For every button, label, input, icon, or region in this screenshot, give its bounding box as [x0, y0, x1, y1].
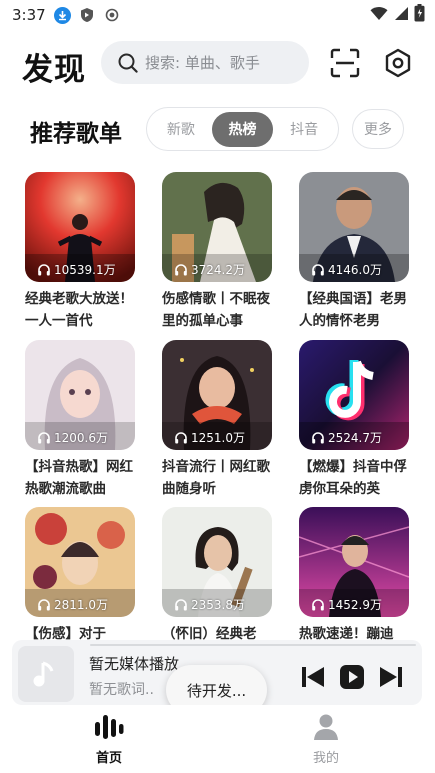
play-count-text: 2353.8万: [191, 598, 245, 612]
playlist-cover: 1200.6万: [25, 340, 135, 450]
play-count: 1452.9万: [311, 596, 382, 613]
page-title: 发现: [22, 52, 86, 88]
headphone-icon: [38, 431, 50, 443]
next-button[interactable]: [378, 664, 404, 690]
headphone-icon: [175, 598, 187, 610]
playlist-title: 【抖音热歌】网红热歌潮流歌曲: [25, 459, 133, 497]
bars-icon: [95, 715, 124, 739]
previous-button[interactable]: [300, 664, 326, 690]
player-lyrics: 暂无歌词..: [89, 682, 154, 698]
search-icon: [118, 53, 138, 73]
playlist-card[interactable]: 1200.6万 【抖音热歌】网红热歌潮流歌曲: [25, 340, 135, 500]
playlist-cover: 4146.0万: [299, 172, 409, 282]
nav-mine-label: 我的: [312, 751, 339, 766]
tab-new-songs[interactable]: 新歌: [150, 112, 212, 147]
play-count: 2811.0万: [37, 596, 108, 613]
shield-icon: [79, 7, 96, 24]
play-count-text: 10539.1万: [54, 263, 116, 277]
playlist-cover: 2524.7万: [299, 340, 409, 450]
gear-icon: [385, 48, 411, 78]
playlist-card[interactable]: 2353.8万 （怀旧）经典老: [162, 507, 272, 645]
playlist-title: 经典老歌大放送！一人一首代: [25, 291, 133, 329]
playlist-card[interactable]: 3724.2万 伤感情歌丨不眠夜里的孤单心事: [162, 172, 272, 332]
play-count: 1251.0万: [174, 429, 245, 446]
playlist-cover: 3724.2万: [162, 172, 272, 282]
play-icon: [340, 665, 364, 689]
record-icon: [104, 7, 121, 24]
play-count: 2524.7万: [311, 429, 382, 446]
user-icon: [314, 714, 338, 740]
header: 发现 搜索: 单曲、歌手: [0, 38, 435, 88]
scan-icon: [330, 48, 360, 78]
playlist-title: 【燃爆】抖音中俘虏你耳朵的英: [299, 459, 407, 497]
nav-home-label: 首页: [95, 751, 122, 766]
music-note-icon: [33, 661, 54, 687]
headphone-icon: [312, 431, 324, 443]
headphone-icon: [38, 263, 50, 275]
playlist-tabs: 新歌 热榜 抖音: [146, 107, 339, 151]
playlist-title: 【经典国语】老男人的情怀老男: [299, 291, 407, 329]
tab-hot-chart[interactable]: 热榜: [211, 111, 274, 147]
play-count: 4146.0万: [311, 261, 382, 278]
play-count-text: 1200.6万: [54, 431, 108, 445]
section-title: 推荐歌单: [30, 121, 122, 147]
status-bar: 3:37: [0, 0, 435, 30]
playlist-title: 抖音流行丨网红歌曲随身听: [162, 459, 270, 497]
playlist-card[interactable]: 2811.0万 【伤感】对于: [25, 507, 135, 645]
playlist-title: 伤感情歌丨不眠夜里的孤单心事: [162, 291, 270, 329]
nav-mine[interactable]: 我的: [286, 713, 366, 766]
tab-douyin[interactable]: 抖音: [273, 112, 335, 147]
playlist-card[interactable]: 1452.9万 热歌速递！蹦迪: [299, 507, 409, 645]
playlist-card[interactable]: 1251.0万 抖音流行丨网红歌曲随身听: [162, 340, 272, 500]
playlist-cover: 1452.9万: [299, 507, 409, 617]
headphone-icon: [38, 598, 50, 610]
playlist-cover: 2811.0万: [25, 507, 135, 617]
player-progress-bar[interactable]: [90, 644, 416, 646]
playlist-card[interactable]: 10539.1万 经典老歌大放送！一人一首代: [25, 172, 135, 332]
playlist-card[interactable]: 4146.0万 【经典国语】老男人的情怀老男: [299, 172, 409, 332]
play-count-text: 4146.0万: [328, 263, 382, 277]
playlist-grid: 10539.1万 经典老歌大放送！一人一首代 3724.2万 伤感情歌丨不眠夜里…: [0, 172, 435, 642]
skip-next-icon: [380, 667, 402, 687]
play-count-text: 1452.9万: [328, 598, 382, 612]
headphone-icon: [312, 263, 324, 275]
search-placeholder: 搜索: 单曲、歌手: [145, 54, 260, 72]
signal-icon: [393, 6, 409, 25]
play-count: 2353.8万: [174, 596, 245, 613]
playlist-cover: 10539.1万: [25, 172, 135, 282]
scan-button[interactable]: [328, 46, 362, 80]
play-count: 3724.2万: [174, 261, 245, 278]
play-count-text: 2524.7万: [328, 431, 382, 445]
search-input[interactable]: 搜索: 单曲、歌手: [101, 41, 309, 84]
play-count-text: 3724.2万: [191, 263, 245, 277]
play-count-text: 1251.0万: [191, 431, 245, 445]
battery-icon: [414, 4, 425, 26]
playlist-cover: 2353.8万: [162, 507, 272, 617]
playlist-card[interactable]: 2524.7万 【燃爆】抖音中俘虏你耳朵的英: [299, 340, 409, 500]
play-count-text: 2811.0万: [54, 598, 108, 612]
headphone-icon: [175, 431, 187, 443]
player-artwork: [18, 646, 74, 702]
more-button[interactable]: 更多: [352, 109, 404, 149]
headphone-icon: [175, 263, 187, 275]
bottom-nav: 首页 我的: [0, 705, 435, 773]
player-title: 暂无媒体播放: [89, 655, 180, 673]
wifi-icon: [370, 6, 388, 25]
nav-home[interactable]: 首页: [69, 713, 149, 766]
play-count: 10539.1万: [37, 261, 116, 278]
skip-previous-icon: [302, 667, 324, 687]
download-icon: [53, 6, 71, 24]
status-time: 3:37: [12, 6, 46, 24]
play-button[interactable]: [339, 664, 365, 690]
headphone-icon: [312, 598, 324, 610]
playlist-cover: 1251.0万: [162, 340, 272, 450]
play-count: 1200.6万: [37, 429, 108, 446]
settings-button[interactable]: [381, 46, 415, 80]
